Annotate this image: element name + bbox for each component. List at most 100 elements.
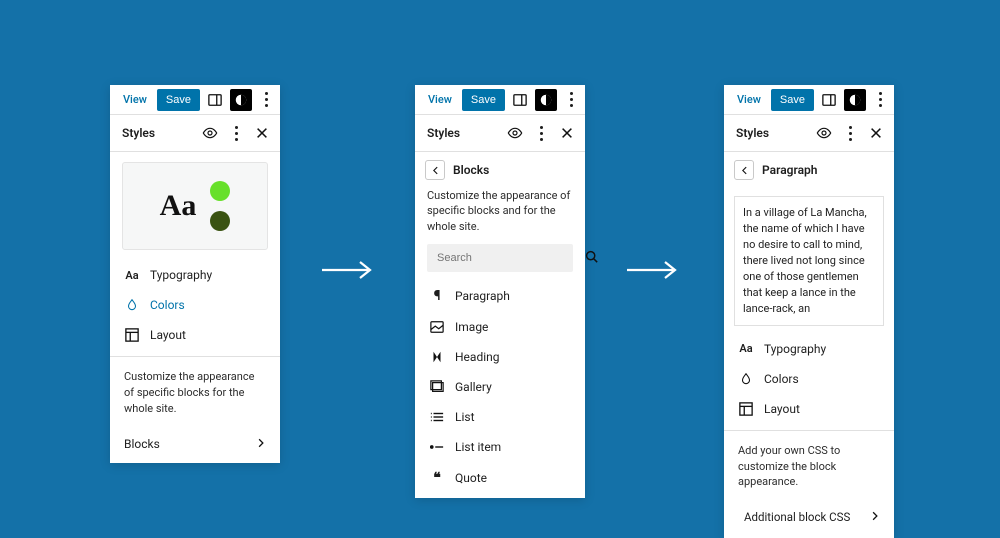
styles-panel-blocks: View Save Styles Blocks: [415, 85, 585, 498]
styles-panel-paragraph: View Save Styles Paragraph: [724, 85, 894, 538]
block-item-paragraph[interactable]: ¶ Paragraph: [415, 280, 585, 312]
block-item-image[interactable]: Image: [415, 312, 585, 342]
block-label: Paragraph: [455, 289, 510, 303]
close-icon[interactable]: [866, 123, 886, 143]
save-button[interactable]: Save: [771, 89, 814, 111]
view-link[interactable]: View: [117, 89, 153, 110]
save-button[interactable]: Save: [157, 89, 200, 111]
additional-css-row[interactable]: Additional block CSS: [724, 500, 894, 538]
typography-icon: Aa: [738, 342, 754, 355]
menu-item-colors[interactable]: Colors: [110, 290, 280, 320]
footnote-text: Customize the appearance of specific blo…: [110, 357, 280, 427]
style-preview-swatch[interactable]: Aa: [122, 162, 268, 250]
heading-icon: [429, 350, 445, 364]
color-swatch-dark: [210, 211, 230, 231]
top-toolbar: View Save: [415, 85, 585, 115]
chevron-right-icon: [256, 437, 266, 451]
styles-toggle-icon[interactable]: [844, 89, 866, 111]
eye-icon[interactable]: [814, 123, 834, 143]
panel-header: Styles: [415, 115, 585, 152]
options-menu-icon[interactable]: [256, 92, 276, 107]
search-box[interactable]: [427, 244, 573, 272]
options-menu-icon[interactable]: [870, 92, 890, 107]
panel-title: Styles: [122, 126, 194, 140]
search-input[interactable]: [437, 252, 579, 264]
block-label: Heading: [455, 350, 500, 364]
eye-icon[interactable]: [200, 123, 220, 143]
search-icon: [585, 250, 598, 267]
back-button[interactable]: [425, 160, 445, 180]
block-label: List item: [455, 440, 501, 454]
block-label: Image: [455, 320, 488, 334]
options-icon[interactable]: [226, 123, 246, 143]
breadcrumb-label: Blocks: [453, 163, 489, 177]
block-label: Quote: [455, 471, 487, 485]
menu-label: Colors: [764, 372, 799, 386]
menu-item-layout[interactable]: Layout: [110, 320, 280, 350]
breadcrumb-label: Paragraph: [762, 163, 817, 177]
quote-icon: ❝: [429, 470, 445, 486]
panel-header: Styles: [724, 115, 894, 152]
menu-label: Typography: [764, 342, 826, 356]
block-item-quote[interactable]: ❝ Quote: [415, 462, 585, 498]
panel-description: Customize the appearance of specific blo…: [415, 188, 585, 244]
sidebar-toggle-icon[interactable]: [204, 89, 226, 111]
back-button[interactable]: [734, 160, 754, 180]
menu-item-typography[interactable]: Aa Typography: [724, 334, 894, 364]
styles-panel-root: View Save Styles A: [110, 85, 280, 463]
sidebar-toggle-icon[interactable]: [509, 89, 531, 111]
color-swatches: [210, 181, 230, 231]
panel-header: Styles: [110, 115, 280, 152]
arrow-icon: [320, 258, 375, 282]
menu-item-colors[interactable]: Colors: [724, 364, 894, 394]
block-item-list[interactable]: List: [415, 402, 585, 432]
colors-icon: [124, 298, 140, 312]
block-label: List: [455, 410, 475, 424]
menu-label: Colors: [150, 298, 185, 312]
top-toolbar: View Save: [110, 85, 280, 115]
blocks-nav-row[interactable]: Blocks: [110, 427, 280, 463]
menu-item-typography[interactable]: Aa Typography: [110, 260, 280, 290]
paragraph-icon: ¶: [429, 288, 445, 304]
layout-icon: [738, 402, 754, 416]
panel-title: Styles: [427, 126, 499, 140]
breadcrumb: Paragraph: [724, 152, 894, 188]
block-item-list-item[interactable]: List item: [415, 432, 585, 462]
block-item-gallery[interactable]: Gallery: [415, 372, 585, 402]
styles-toggle-icon[interactable]: [535, 89, 557, 111]
colors-icon: [738, 372, 754, 386]
view-link[interactable]: View: [422, 89, 458, 110]
color-swatch-bright: [210, 181, 230, 201]
top-toolbar: View Save: [724, 85, 894, 115]
view-link[interactable]: View: [731, 89, 767, 110]
typography-sample: Aa: [160, 189, 197, 223]
menu-label: Layout: [150, 328, 186, 342]
menu-label: Layout: [764, 402, 800, 416]
sidebar-toggle-icon[interactable]: [818, 89, 840, 111]
eye-icon[interactable]: [505, 123, 525, 143]
styles-toggle-icon[interactable]: [230, 89, 252, 111]
menu-item-layout[interactable]: Layout: [724, 394, 894, 424]
list-item-icon: [429, 440, 445, 454]
menu-label: Typography: [150, 268, 212, 282]
breadcrumb: Blocks: [415, 152, 585, 188]
additional-css-label: Additional block CSS: [738, 510, 850, 524]
arrow-icon: [625, 258, 680, 282]
close-icon[interactable]: [252, 123, 272, 143]
typography-icon: Aa: [124, 269, 140, 282]
close-icon[interactable]: [557, 123, 577, 143]
save-button[interactable]: Save: [462, 89, 505, 111]
list-icon: [429, 410, 445, 424]
image-icon: [429, 320, 445, 334]
blocks-label: Blocks: [124, 437, 160, 451]
footnote-text: Add your own CSS to customize the block …: [724, 431, 894, 501]
options-icon[interactable]: [840, 123, 860, 143]
block-label: Gallery: [455, 380, 492, 394]
options-menu-icon[interactable]: [561, 92, 581, 107]
panel-title: Styles: [736, 126, 808, 140]
gallery-icon: [429, 380, 445, 394]
chevron-right-icon: [870, 510, 880, 524]
block-item-heading[interactable]: Heading: [415, 342, 585, 372]
options-icon[interactable]: [531, 123, 551, 143]
layout-icon: [124, 328, 140, 342]
